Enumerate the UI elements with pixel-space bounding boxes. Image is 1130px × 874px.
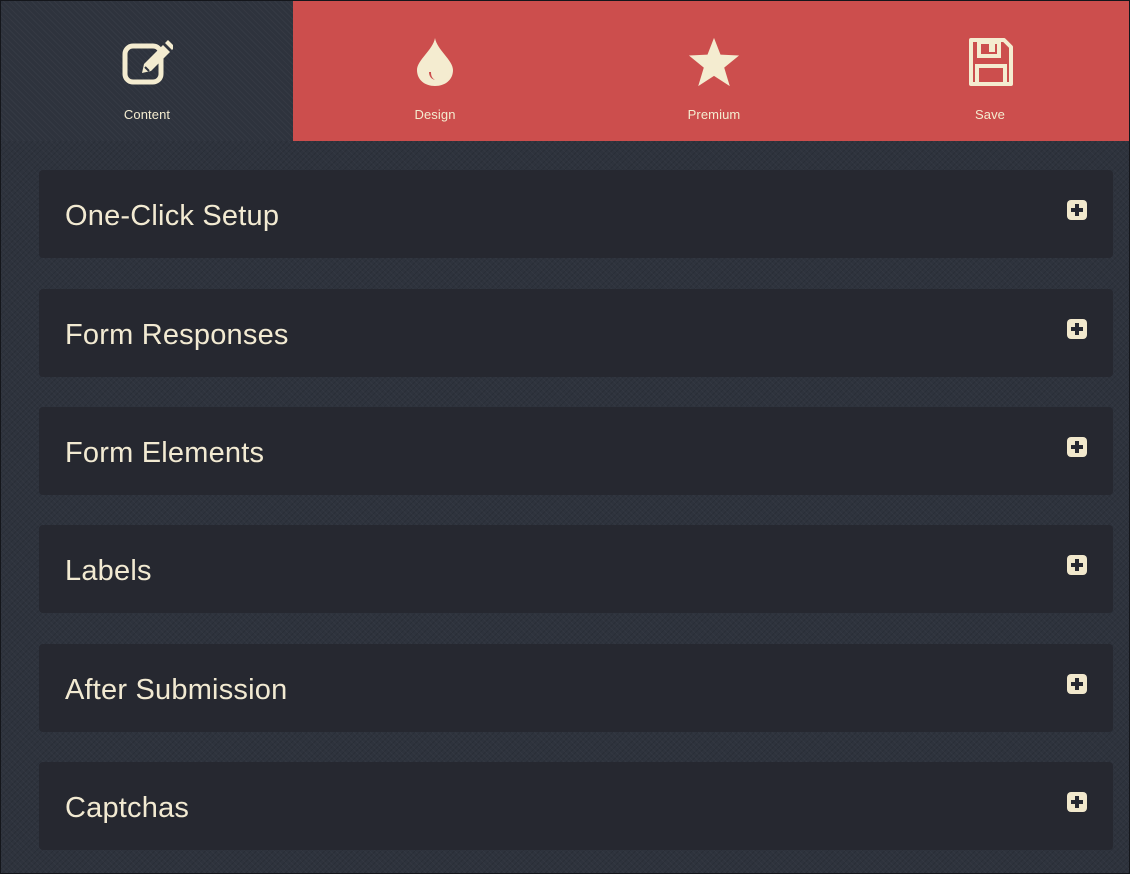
plus-square-icon[interactable] xyxy=(1067,319,1087,339)
plus-square-icon[interactable] xyxy=(1067,437,1087,457)
tab-label: Save xyxy=(974,107,1006,122)
accordion-title: Form Elements xyxy=(65,437,265,469)
accordion-title: After Submission xyxy=(65,674,288,706)
tab-bar: Content Design Premium Save xyxy=(1,1,1129,141)
accordion-title: Form Responses xyxy=(65,319,289,351)
tab-content[interactable]: Content xyxy=(1,1,293,141)
accordion-form-responses[interactable]: Form Responses xyxy=(39,289,1113,377)
tab-premium[interactable]: Premium xyxy=(577,1,851,141)
tab-design[interactable]: Design xyxy=(293,1,577,141)
star-icon xyxy=(688,31,740,93)
edit-icon xyxy=(121,31,173,93)
form-builder-app: Content Design Premium Save One-Click Se… xyxy=(0,0,1130,874)
accordion-title: One-Click Setup xyxy=(65,200,280,232)
accordion-labels[interactable]: Labels xyxy=(39,525,1113,613)
drop-icon xyxy=(409,31,461,93)
tab-label: Premium xyxy=(687,107,741,122)
plus-square-icon[interactable] xyxy=(1067,674,1087,694)
accordion-after-submission[interactable]: After Submission xyxy=(39,644,1113,732)
tab-label: Content xyxy=(123,107,171,122)
plus-square-icon[interactable] xyxy=(1067,200,1087,220)
accordion-captchas[interactable]: Captchas xyxy=(39,762,1113,850)
plus-square-icon[interactable] xyxy=(1067,792,1087,812)
plus-square-icon[interactable] xyxy=(1067,555,1087,575)
tab-save[interactable]: Save xyxy=(851,1,1129,141)
accordion-title: Captchas xyxy=(65,792,190,824)
accordion-title: Labels xyxy=(65,555,152,587)
accordion-one-click-setup[interactable]: One-Click Setup xyxy=(39,170,1113,258)
accordion-form-elements[interactable]: Form Elements xyxy=(39,407,1113,495)
floppy-disk-icon xyxy=(964,31,1016,93)
tab-label: Design xyxy=(414,107,456,122)
